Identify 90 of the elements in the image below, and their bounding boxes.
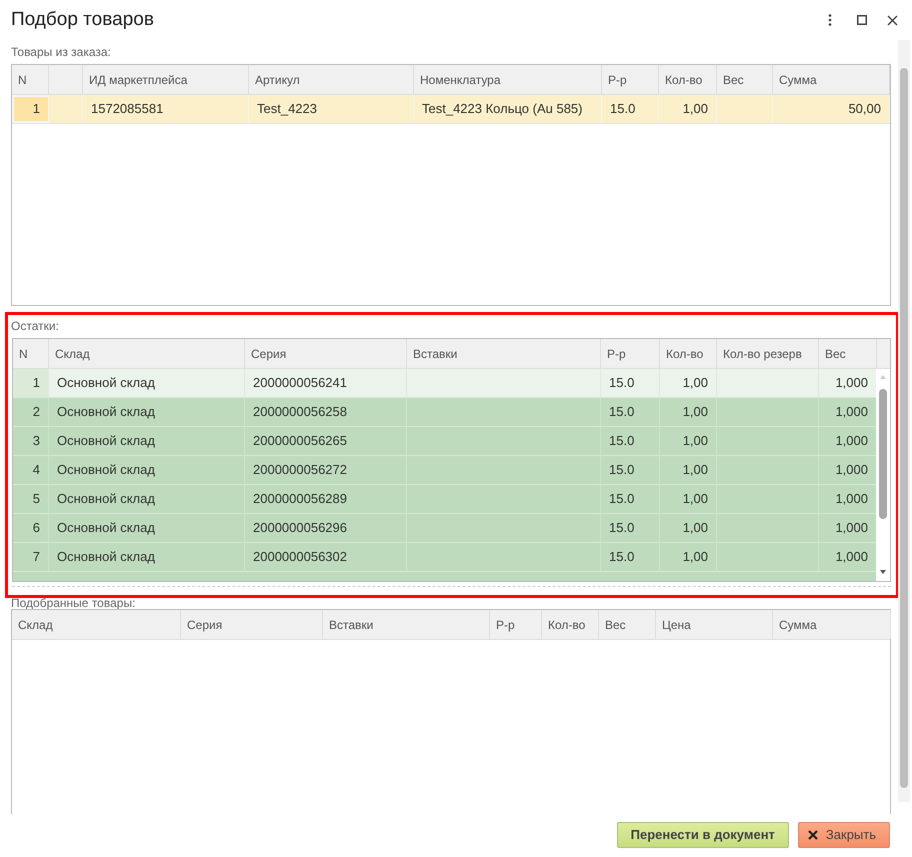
table-cell: 1	[12, 95, 49, 123]
column-header[interactable]: Вес	[717, 65, 773, 94]
scrollbar-thumb[interactable]	[900, 68, 908, 788]
table-cell: 1,00	[659, 95, 717, 123]
table-cell: 1,00	[660, 398, 717, 426]
table-cell: 15.0	[601, 543, 660, 571]
close-button[interactable]: Закрыть	[798, 822, 890, 848]
column-header[interactable]: Кол-во	[659, 65, 717, 94]
column-header[interactable]: Склад	[49, 339, 245, 368]
table-cell: 1	[13, 369, 49, 397]
table-cell: 15.0	[601, 514, 660, 542]
column-header[interactable]: ИД маркетплейса	[83, 65, 249, 94]
table-cell: 1,00	[660, 427, 717, 455]
close-icon	[808, 830, 818, 840]
scroll-down-icon[interactable]	[880, 570, 886, 574]
table-cell: Основной склад	[49, 485, 245, 513]
table-cell: 2000000056296	[245, 514, 407, 542]
table-row[interactable]: 2 Основной склад 2000000056258 15.0 1,00 1,000	[13, 398, 877, 427]
table-cell: 1,00	[660, 485, 717, 513]
table-cell: 1572085581	[83, 95, 249, 123]
column-header[interactable]: Сумма	[773, 610, 891, 639]
table-cell: Основной склад	[49, 543, 245, 571]
table-cell: 4	[13, 456, 49, 484]
table-cell: 15.0	[602, 95, 659, 123]
column-header[interactable]: Кол-во резерв	[717, 339, 819, 368]
table-cell: Test_4223	[249, 95, 414, 123]
table-cell: 2000000056302	[245, 543, 407, 571]
column-header[interactable]: N	[13, 339, 49, 368]
column-header[interactable]: Вес	[599, 610, 656, 639]
column-header[interactable]: Кол-во	[660, 339, 717, 368]
section-label: Подобранные товары:	[11, 598, 136, 609]
table-cell: 2	[13, 398, 49, 426]
table-cell: Основной склад	[49, 456, 245, 484]
table-cell: Test_4223 Кольцо (Au 585)	[414, 95, 602, 123]
section-label: Остатки:	[11, 318, 60, 335]
table-cell: 15.0	[601, 485, 660, 513]
scrollbar[interactable]	[898, 40, 910, 802]
column-header[interactable]: Вставки	[407, 339, 601, 368]
table-cell: 7	[13, 543, 49, 571]
more-icon[interactable]	[828, 14, 832, 26]
column-header[interactable]: Р-р	[601, 339, 660, 368]
table-cell: 15.0	[601, 398, 660, 426]
scroll-up-icon[interactable]	[880, 375, 886, 379]
table-cell: 15.0	[601, 427, 660, 455]
column-header[interactable]: Артикул	[249, 65, 414, 94]
table-cell: 2000000056289	[245, 485, 407, 513]
table-cell: 2000000056265	[245, 427, 407, 455]
scrollbar-thumb[interactable]	[879, 389, 887, 519]
column-header[interactable]: Серия	[181, 610, 323, 639]
window-title: Подбор товаров	[11, 8, 155, 32]
maximize-icon[interactable]	[857, 15, 867, 25]
column-header[interactable]: N	[12, 65, 49, 94]
table-cell: 1,00	[660, 456, 717, 484]
table-cell: Основной склад	[49, 398, 245, 426]
table-cell: 1,00	[660, 543, 717, 571]
column-header[interactable]: Номенклатура	[414, 65, 602, 94]
close-icon[interactable]	[887, 14, 898, 26]
table-cell: 2000000056241	[245, 369, 407, 397]
column-header[interactable]: Кол-во	[542, 610, 599, 639]
scrollbar[interactable]	[876, 369, 890, 581]
column-header[interactable]: Сумма	[773, 65, 890, 94]
table-cell: Основной склад	[49, 369, 245, 397]
table-cell: 3	[13, 427, 49, 455]
section-label: Товары из заказа:	[11, 44, 112, 61]
table-cell: 6	[13, 514, 49, 542]
transfer-button[interactable]: Перенести в документ	[616, 822, 789, 848]
table-cell: 1,00	[660, 369, 717, 397]
table-cell: Основной склад	[49, 427, 245, 455]
column-header[interactable]: Вес	[819, 339, 877, 368]
table-cell: 1,00	[660, 514, 717, 542]
column-header[interactable]: Серия	[245, 339, 407, 368]
column-header[interactable]: Вставки	[323, 610, 490, 639]
table-cell: 5	[13, 485, 49, 513]
table-row[interactable]: 1 1572085581 Test_4223 Test_4223 Кольцо (Au 585) 15.0 1,00 50,00	[12, 95, 890, 124]
table-cell: 15.0	[601, 456, 660, 484]
table-cell: 15.0	[601, 369, 660, 397]
table-row[interactable]: 3 Основной склад 2000000056265 15.0 1,00 1,000	[13, 427, 877, 456]
table-row[interactable]: 7 Основной склад 2000000056302 15.0 1,00 1,000	[13, 543, 877, 572]
column-header[interactable]: Р-р	[602, 65, 659, 94]
table-row[interactable]: 4 Основной склад 2000000056272 15.0 1,00 1,000	[13, 456, 877, 485]
table-cell: 50,00	[773, 95, 890, 123]
column-header[interactable]: Склад	[12, 610, 181, 639]
table-cell: 2000000056258	[245, 398, 407, 426]
table-cell: Основной склад	[49, 514, 245, 542]
table-row[interactable]: 6 Основной склад 2000000056296 15.0 1,00 1,000	[13, 514, 877, 543]
table-row[interactable]: 5 Основной склад 2000000056289 15.0 1,00 1,000	[13, 485, 877, 514]
table-cell: 2000000056272	[245, 456, 407, 484]
column-header[interactable]: Цена	[656, 610, 773, 639]
column-header[interactable]: Р-р	[490, 610, 542, 639]
table-row[interactable]: 1 Основной склад 2000000056241 15.0 1,00 1,000	[13, 369, 877, 398]
